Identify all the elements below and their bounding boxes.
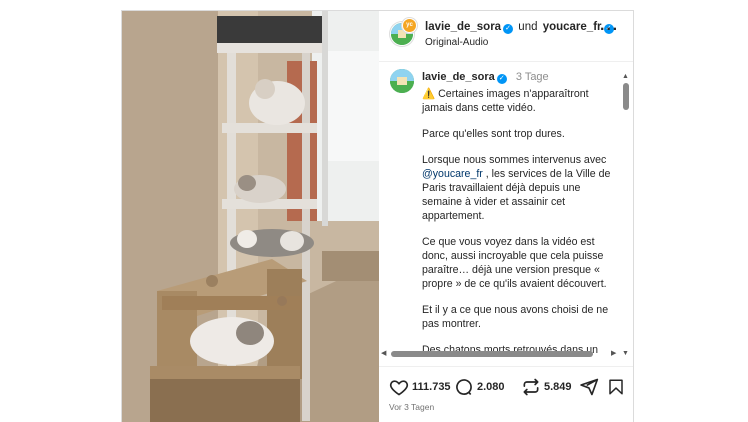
- video-frame[interactable]: [122, 11, 379, 422]
- post-date[interactable]: Vor 3 Tagen: [389, 402, 434, 412]
- post-authors: lavie_de_sora ✓ und youcare_fr ✓: [425, 21, 614, 34]
- caption-text-segment: Lorsque nous sommes intervenus avec: [422, 154, 607, 166]
- caption-paragraph: Parce qu'elles sont trop dures.: [422, 128, 565, 140]
- post-header: yc lavie_de_sora ✓ und youcare_fr ✓ Origin…: [379, 11, 633, 62]
- more-icon[interactable]: ···: [600, 21, 619, 39]
- caption-username[interactable]: lavie_de_sora: [422, 71, 495, 83]
- caption-paragraph: ⚠️ Certaines images n'apparaîtront jamai…: [422, 87, 612, 115]
- mention-link[interactable]: @youcare_fr: [422, 168, 483, 180]
- caption-time: 3 Tage: [515, 71, 549, 83]
- share-button[interactable]: [579, 376, 602, 398]
- caption-paragraph: Et il y a ce que nous avons choisi de ne…: [422, 304, 609, 330]
- scroll-left-icon[interactable]: ◀: [381, 349, 386, 357]
- like-button[interactable]: 111.735: [389, 376, 451, 398]
- warning-icon: ⚠️: [422, 88, 436, 100]
- caption-text: ⚠️ Certaines images n'apparaîtront jamai…: [422, 87, 612, 364]
- coauthor-username[interactable]: youcare_fr: [543, 21, 602, 33]
- scroll-right-icon[interactable]: ▶: [611, 349, 616, 357]
- repost-button[interactable]: 5.849: [521, 376, 572, 398]
- caption-paragraph: Lorsque nous sommes intervenus avec @you…: [422, 153, 612, 223]
- post-side-panel: yc lavie_de_sora ✓ und youcare_fr ✓ Origin…: [379, 11, 633, 422]
- post-actions: 111.735 2.080 5.849 Vor 3 Tagen: [379, 366, 633, 422]
- verified-badge-icon: ✓: [503, 24, 514, 34]
- comment-button[interactable]: 2.080: [454, 376, 505, 398]
- audio-label[interactable]: Original-Audio: [425, 37, 488, 48]
- caption-avatar[interactable]: [390, 69, 414, 93]
- repost-icon: [523, 378, 539, 396]
- scrollbar-thumb[interactable]: [623, 83, 629, 110]
- coauthor-avatar[interactable]: yc: [402, 18, 417, 33]
- bookmark-button[interactable]: [607, 376, 628, 398]
- like-count: 111.735: [412, 381, 451, 393]
- author-username[interactable]: lavie_de_sora: [425, 21, 501, 33]
- verified-badge-icon: ✓: [496, 74, 507, 84]
- scroll-up-icon[interactable]: ▲: [622, 73, 629, 80]
- scrollbar-thumb[interactable]: [391, 351, 593, 357]
- repost-count: 5.849: [544, 381, 572, 393]
- scroll-down-icon[interactable]: ▼: [622, 350, 629, 357]
- instagram-post: yc lavie_de_sora ✓ und youcare_fr ✓ Origin…: [121, 10, 634, 422]
- caption-area: lavie_de_sora ✓ 3 Tage ⚠️ Certaines image…: [379, 62, 633, 364]
- vertical-scrollbar[interactable]: ▲ ▼: [621, 73, 631, 360]
- comment-count: 2.080: [477, 381, 505, 393]
- caption-line1: Certaines images n'apparaîtront jamais d…: [422, 88, 589, 114]
- bookmark-icon: [609, 379, 623, 395]
- share-icon: [580, 378, 599, 396]
- heart-icon: [389, 380, 409, 396]
- comment-icon: [456, 379, 472, 396]
- caption-paragraph: Ce que vous voyez dans la vidéo est donc…: [422, 236, 607, 290]
- caption-header: lavie_de_sora ✓ 3 Tage: [422, 71, 549, 84]
- horizontal-scrollbar[interactable]: ◀ ▶: [381, 349, 621, 359]
- connector-text: und: [518, 21, 538, 33]
